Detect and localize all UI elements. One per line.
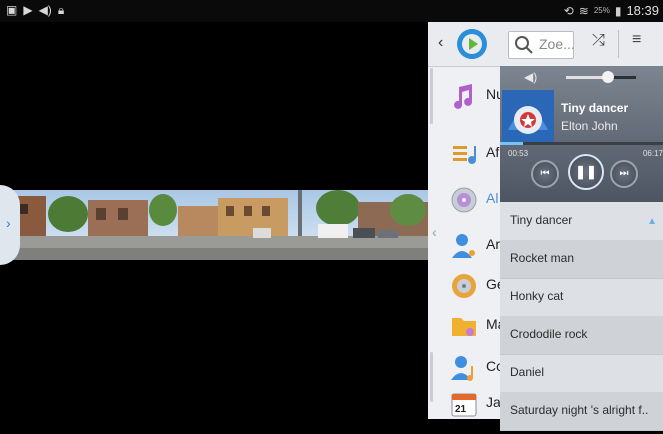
search-icon bbox=[515, 36, 533, 54]
panorama-photo[interactable] bbox=[8, 190, 428, 260]
folder-icon bbox=[452, 318, 476, 336]
progress-fill bbox=[500, 142, 523, 145]
song-artist: Elton John bbox=[561, 119, 618, 133]
list-item[interactable]: Daniel bbox=[500, 354, 663, 393]
progress-bar[interactable] bbox=[500, 142, 663, 145]
now-playing-icon: ▲ bbox=[647, 216, 657, 227]
current-time: 00:53 bbox=[508, 149, 529, 158]
volume-knob[interactable] bbox=[602, 71, 614, 83]
picture-icon: ▣ bbox=[6, 3, 18, 17]
play-icon: ▶ bbox=[23, 3, 33, 17]
next-button[interactable]: ⏭︎ bbox=[610, 160, 638, 188]
playlist: Tiny dancer ▲ Rocket man Honky cat Crodo… bbox=[500, 202, 663, 431]
sync-icon: ⟲ bbox=[563, 3, 574, 18]
calendar-icon: 21 bbox=[451, 393, 477, 417]
nav-item-songs[interactable]: Nu bbox=[428, 68, 504, 126]
total-time: 06:17 bbox=[642, 149, 663, 158]
song-title: Tiny dancer bbox=[561, 101, 629, 115]
volume-icon: ◀) bbox=[524, 70, 538, 84]
next-icon: ⏭︎ bbox=[619, 168, 629, 179]
toolbar-divider bbox=[618, 30, 619, 58]
speaker-icon: ◀) bbox=[38, 3, 52, 17]
list-item[interactable]: Rocket man bbox=[500, 240, 663, 279]
track-title: Tiny dancer bbox=[510, 213, 573, 227]
previous-button[interactable]: ⏮︎ bbox=[531, 160, 559, 188]
music-app-logo-icon[interactable] bbox=[456, 28, 488, 60]
track-title: Rocket man bbox=[510, 251, 575, 265]
battery-icon: ▮ bbox=[614, 3, 622, 18]
artist-icon bbox=[452, 234, 475, 258]
calendar-day: 21 bbox=[455, 404, 467, 415]
track-title: Daniel bbox=[510, 365, 545, 379]
album-disc-icon bbox=[451, 187, 477, 213]
nav-label: Af bbox=[486, 144, 500, 160]
nav-label: Al bbox=[486, 190, 499, 206]
previous-icon: ⏮︎ bbox=[540, 168, 550, 179]
music-note-icon bbox=[454, 84, 473, 109]
album-art[interactable] bbox=[502, 90, 554, 142]
pause-button[interactable]: ❚❚ bbox=[568, 154, 604, 190]
list-item[interactable]: Crododile rock bbox=[500, 316, 663, 355]
genre-icon bbox=[452, 274, 476, 298]
menu-icon[interactable]: ≡ bbox=[632, 31, 641, 49]
clock: 18:39 bbox=[626, 3, 659, 18]
search-box[interactable]: Zoe... bbox=[508, 31, 575, 59]
pause-icon: ❚❚ bbox=[575, 164, 597, 179]
chevron-left-icon[interactable]: ‹ bbox=[432, 224, 437, 240]
nav-label: Ar bbox=[486, 236, 500, 252]
battery-percent: 25% bbox=[593, 6, 610, 15]
chevron-right-icon: › bbox=[6, 215, 11, 231]
track-title: Crododile rock bbox=[510, 327, 588, 341]
list-item[interactable]: Honky cat bbox=[500, 278, 663, 317]
track-title: Honky cat bbox=[510, 289, 564, 303]
list-item[interactable]: Tiny dancer ▲ bbox=[500, 202, 663, 241]
side-panel-handle[interactable]: › bbox=[0, 185, 20, 265]
library-nav: Nu Af Al Ar Ge Ma Co 21 Ja bbox=[428, 22, 505, 419]
nav-label: Ja bbox=[486, 394, 501, 410]
back-icon[interactable]: ‹ bbox=[438, 34, 443, 52]
playlist-icon bbox=[453, 146, 476, 164]
shuffle-icon[interactable]: ⤮ bbox=[592, 32, 605, 50]
search-placeholder: Zoe... bbox=[539, 36, 575, 52]
volume-slider[interactable] bbox=[566, 71, 636, 83]
photo-viewer[interactable] bbox=[8, 22, 428, 419]
track-title: Saturday night 's alright f.. bbox=[510, 403, 649, 417]
nav-item-years[interactable]: 21 Ja bbox=[428, 376, 501, 434]
list-item[interactable]: Saturday night 's alright f.. bbox=[500, 392, 663, 431]
status-bar: ▣ ▶ ◀) 🔒︎ ⟲ ≋ 25% ▮ 18:39 bbox=[0, 0, 663, 22]
lock-icon: 🔒︎ bbox=[57, 3, 65, 17]
now-playing-panel: ◀) Tiny dancer Elton John 00:53 06:17 ⏮︎… bbox=[500, 66, 663, 202]
music-toolbar: ‹ Zoe... ⤮ ≡ bbox=[428, 22, 663, 67]
wifi-icon: ≋ bbox=[578, 3, 589, 18]
